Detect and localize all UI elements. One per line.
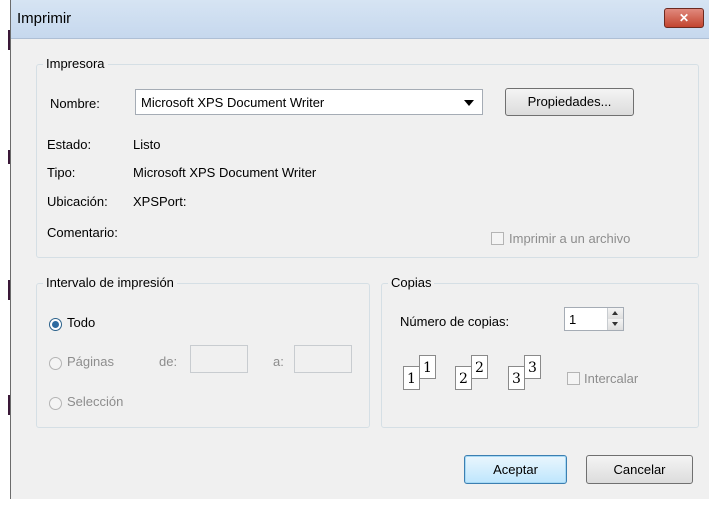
dialog-title: Imprimir: [17, 10, 72, 27]
comment-label: Comentario:: [47, 225, 118, 240]
radio-all[interactable]: [49, 318, 62, 331]
copies-count-value: 1: [569, 312, 577, 327]
radio-all-label: Todo: [67, 315, 96, 330]
close-button[interactable]: ✕: [664, 8, 704, 28]
background-edge: [0, 0, 10, 506]
pages-to-label: a:: [273, 354, 284, 369]
close-icon: ✕: [678, 11, 690, 25]
printer-select[interactable]: Microsoft XPS Document Writer: [135, 89, 483, 115]
copies-legend: Copias: [388, 275, 435, 290]
radio-pages-label: Páginas: [67, 354, 114, 369]
collate-label: Intercalar: [584, 371, 639, 386]
accept-button-label: Aceptar: [493, 462, 538, 477]
pages-to-input[interactable]: [294, 345, 352, 373]
status-label: Estado:: [47, 137, 92, 152]
printer-group-legend: Impresora: [43, 56, 108, 71]
printer-select-value: Microsoft XPS Document Writer: [141, 95, 325, 110]
pages-from-input[interactable]: [190, 345, 248, 373]
print-to-file-checkbox[interactable]: [491, 232, 504, 245]
pages-from-label: de:: [159, 354, 178, 369]
page-stack-2-front: 2: [455, 366, 472, 390]
radio-pages[interactable]: [49, 357, 62, 370]
type-label: Tipo:: [47, 165, 76, 180]
page-stack-2-back: 2: [471, 355, 488, 379]
print-dialog: Imprimir ✕ Impresora Nombre: Microsoft X…: [10, 0, 709, 499]
print-range-legend: Intervalo de impresión: [43, 275, 177, 290]
page-stack-1-front: 1: [403, 366, 420, 390]
spinner-down-icon[interactable]: [608, 319, 623, 330]
properties-button-label: Propiedades...: [527, 94, 612, 109]
title-bar: Imprimir ✕: [11, 0, 709, 39]
properties-button[interactable]: Propiedades...: [505, 88, 634, 116]
type-value: Microsoft XPS Document Writer: [133, 165, 317, 180]
page-stack-3-front: 3: [508, 366, 525, 390]
spinner-buttons: [607, 308, 623, 330]
location-value: XPSPort:: [133, 194, 187, 209]
cancel-button-label: Cancelar: [613, 462, 666, 477]
location-label: Ubicación:: [47, 194, 108, 209]
copies-count-spinner[interactable]: 1: [564, 307, 624, 331]
radio-selection[interactable]: [49, 397, 62, 410]
printer-name-label: Nombre:: [50, 96, 100, 111]
print-to-file-label: Imprimir a un archivo: [509, 231, 631, 246]
page-stack-3-back: 3: [524, 355, 541, 379]
copies-count-label: Número de copias:: [400, 314, 510, 329]
status-value: Listo: [133, 137, 161, 152]
radio-selection-label: Selección: [67, 394, 124, 409]
collate-checkbox[interactable]: [567, 372, 580, 385]
cancel-button[interactable]: Cancelar: [586, 455, 693, 484]
dropdown-arrow-icon: [464, 100, 474, 106]
accept-button[interactable]: Aceptar: [464, 455, 567, 484]
page-stack-1-back: 1: [419, 355, 436, 379]
